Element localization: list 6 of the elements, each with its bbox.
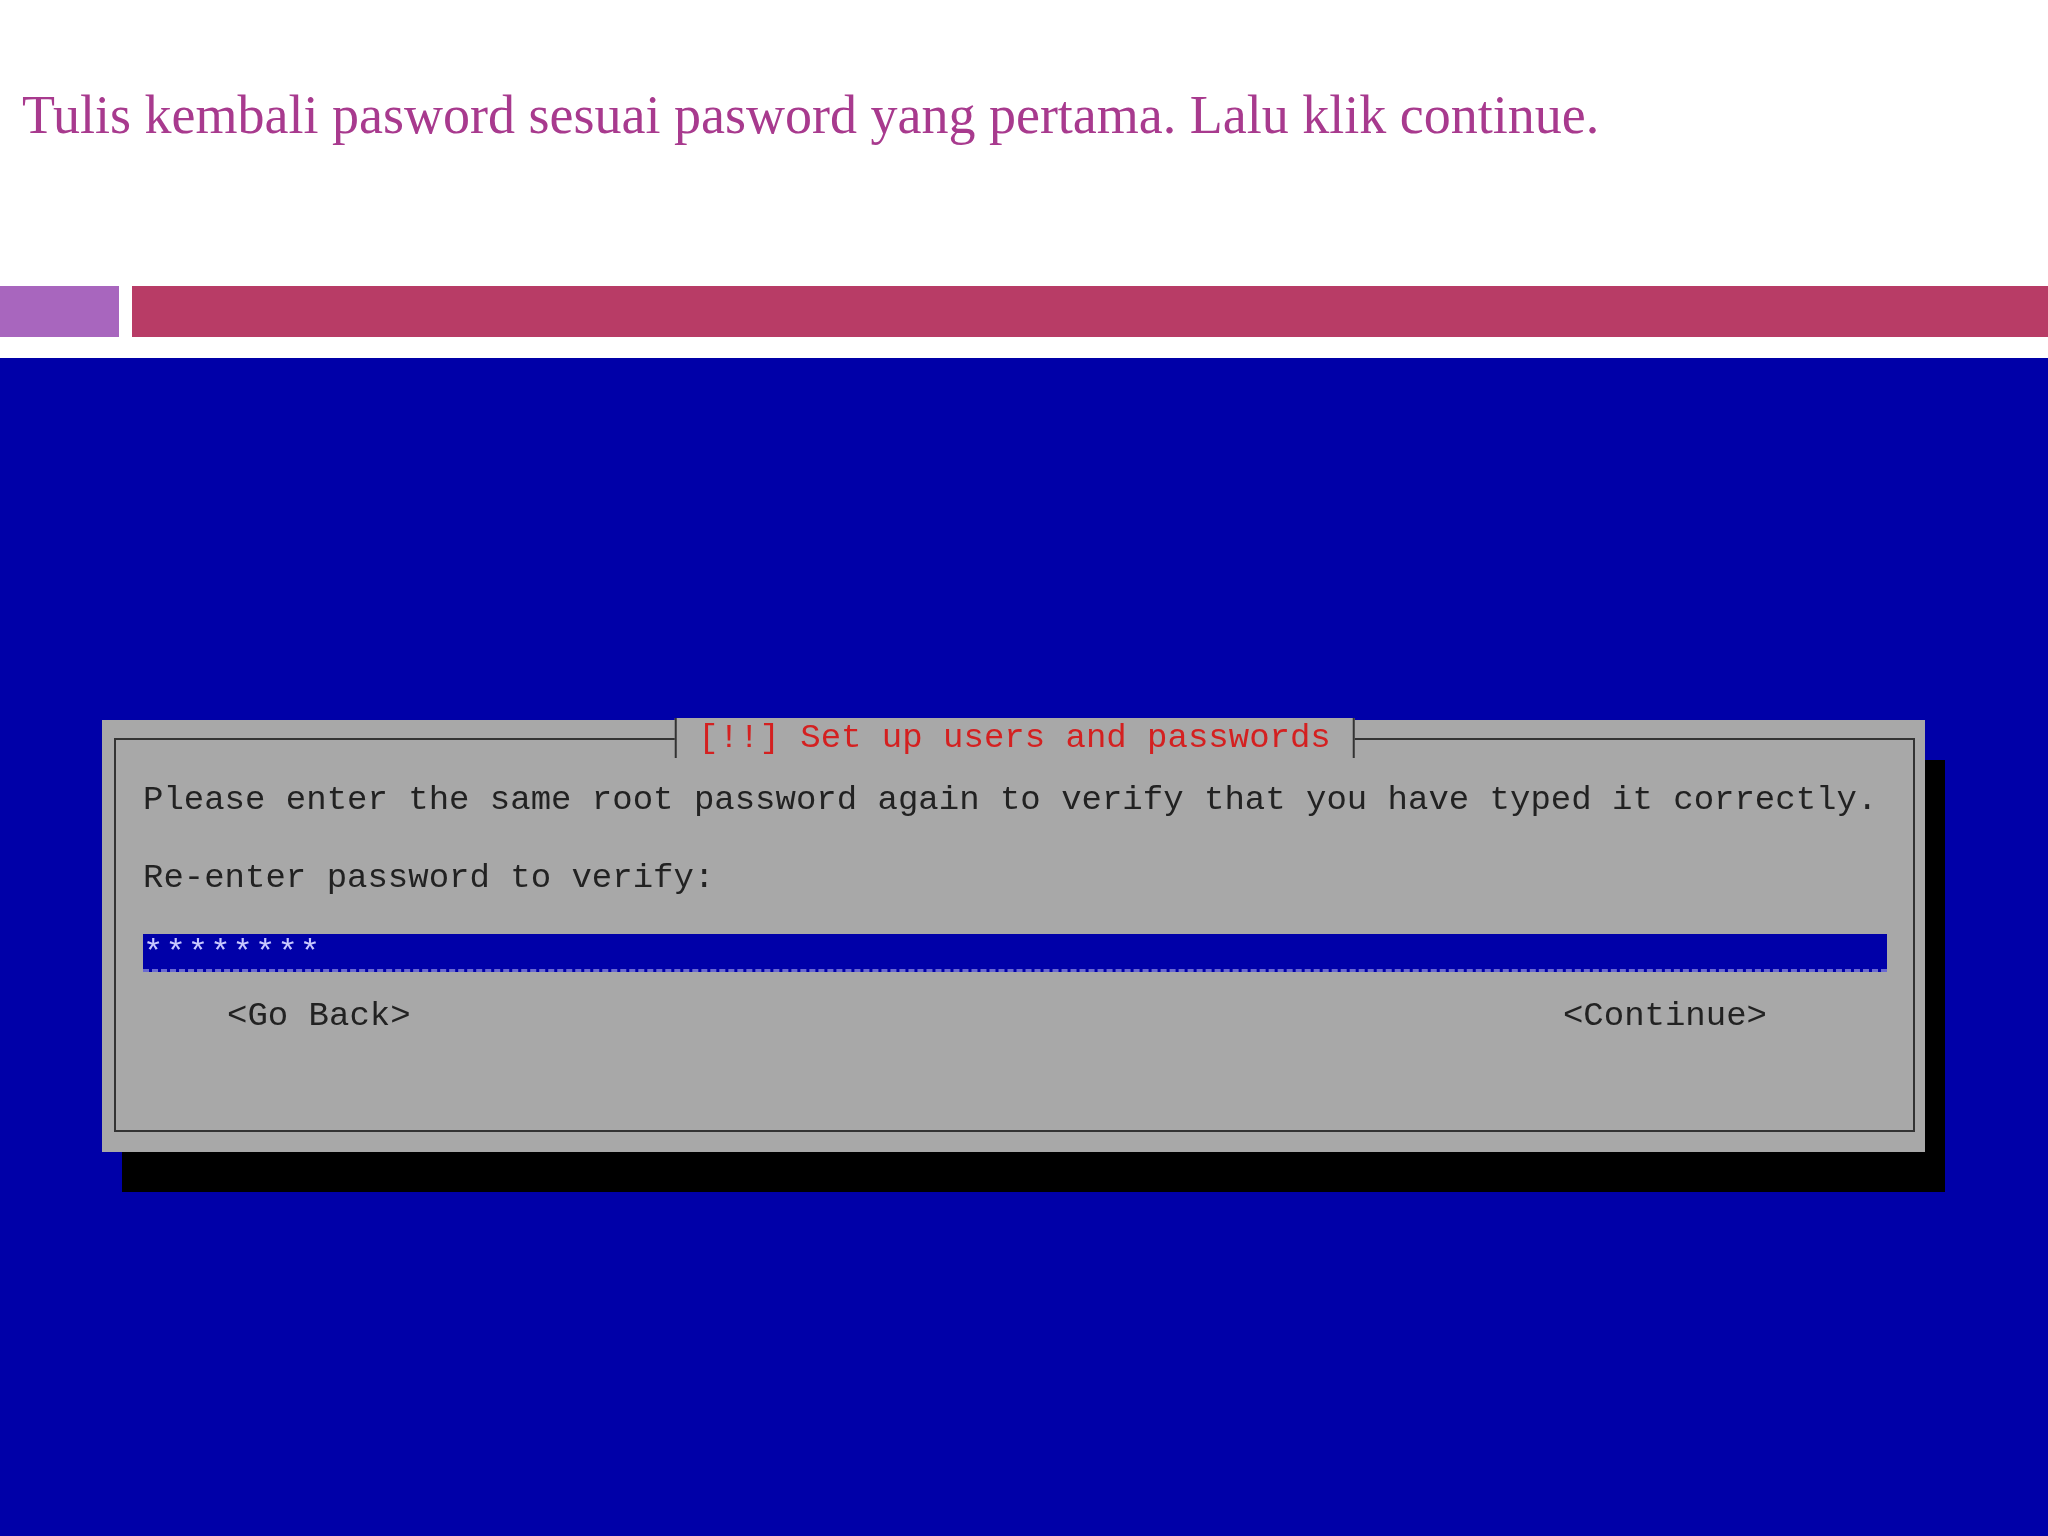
dialog-button[interactable]: <Go Back> (227, 996, 411, 1036)
password-field[interactable]: ******** (143, 934, 1887, 972)
password-label: Re-enter password to verify: (143, 858, 716, 898)
dialog-button[interactable]: <Continue> (1562, 996, 1767, 1036)
dialog-title: [!!] Set up users and passwords (674, 718, 1355, 758)
dialog-message: Please enter the same root password again to verify that you have typed it correctly. (143, 780, 1879, 820)
